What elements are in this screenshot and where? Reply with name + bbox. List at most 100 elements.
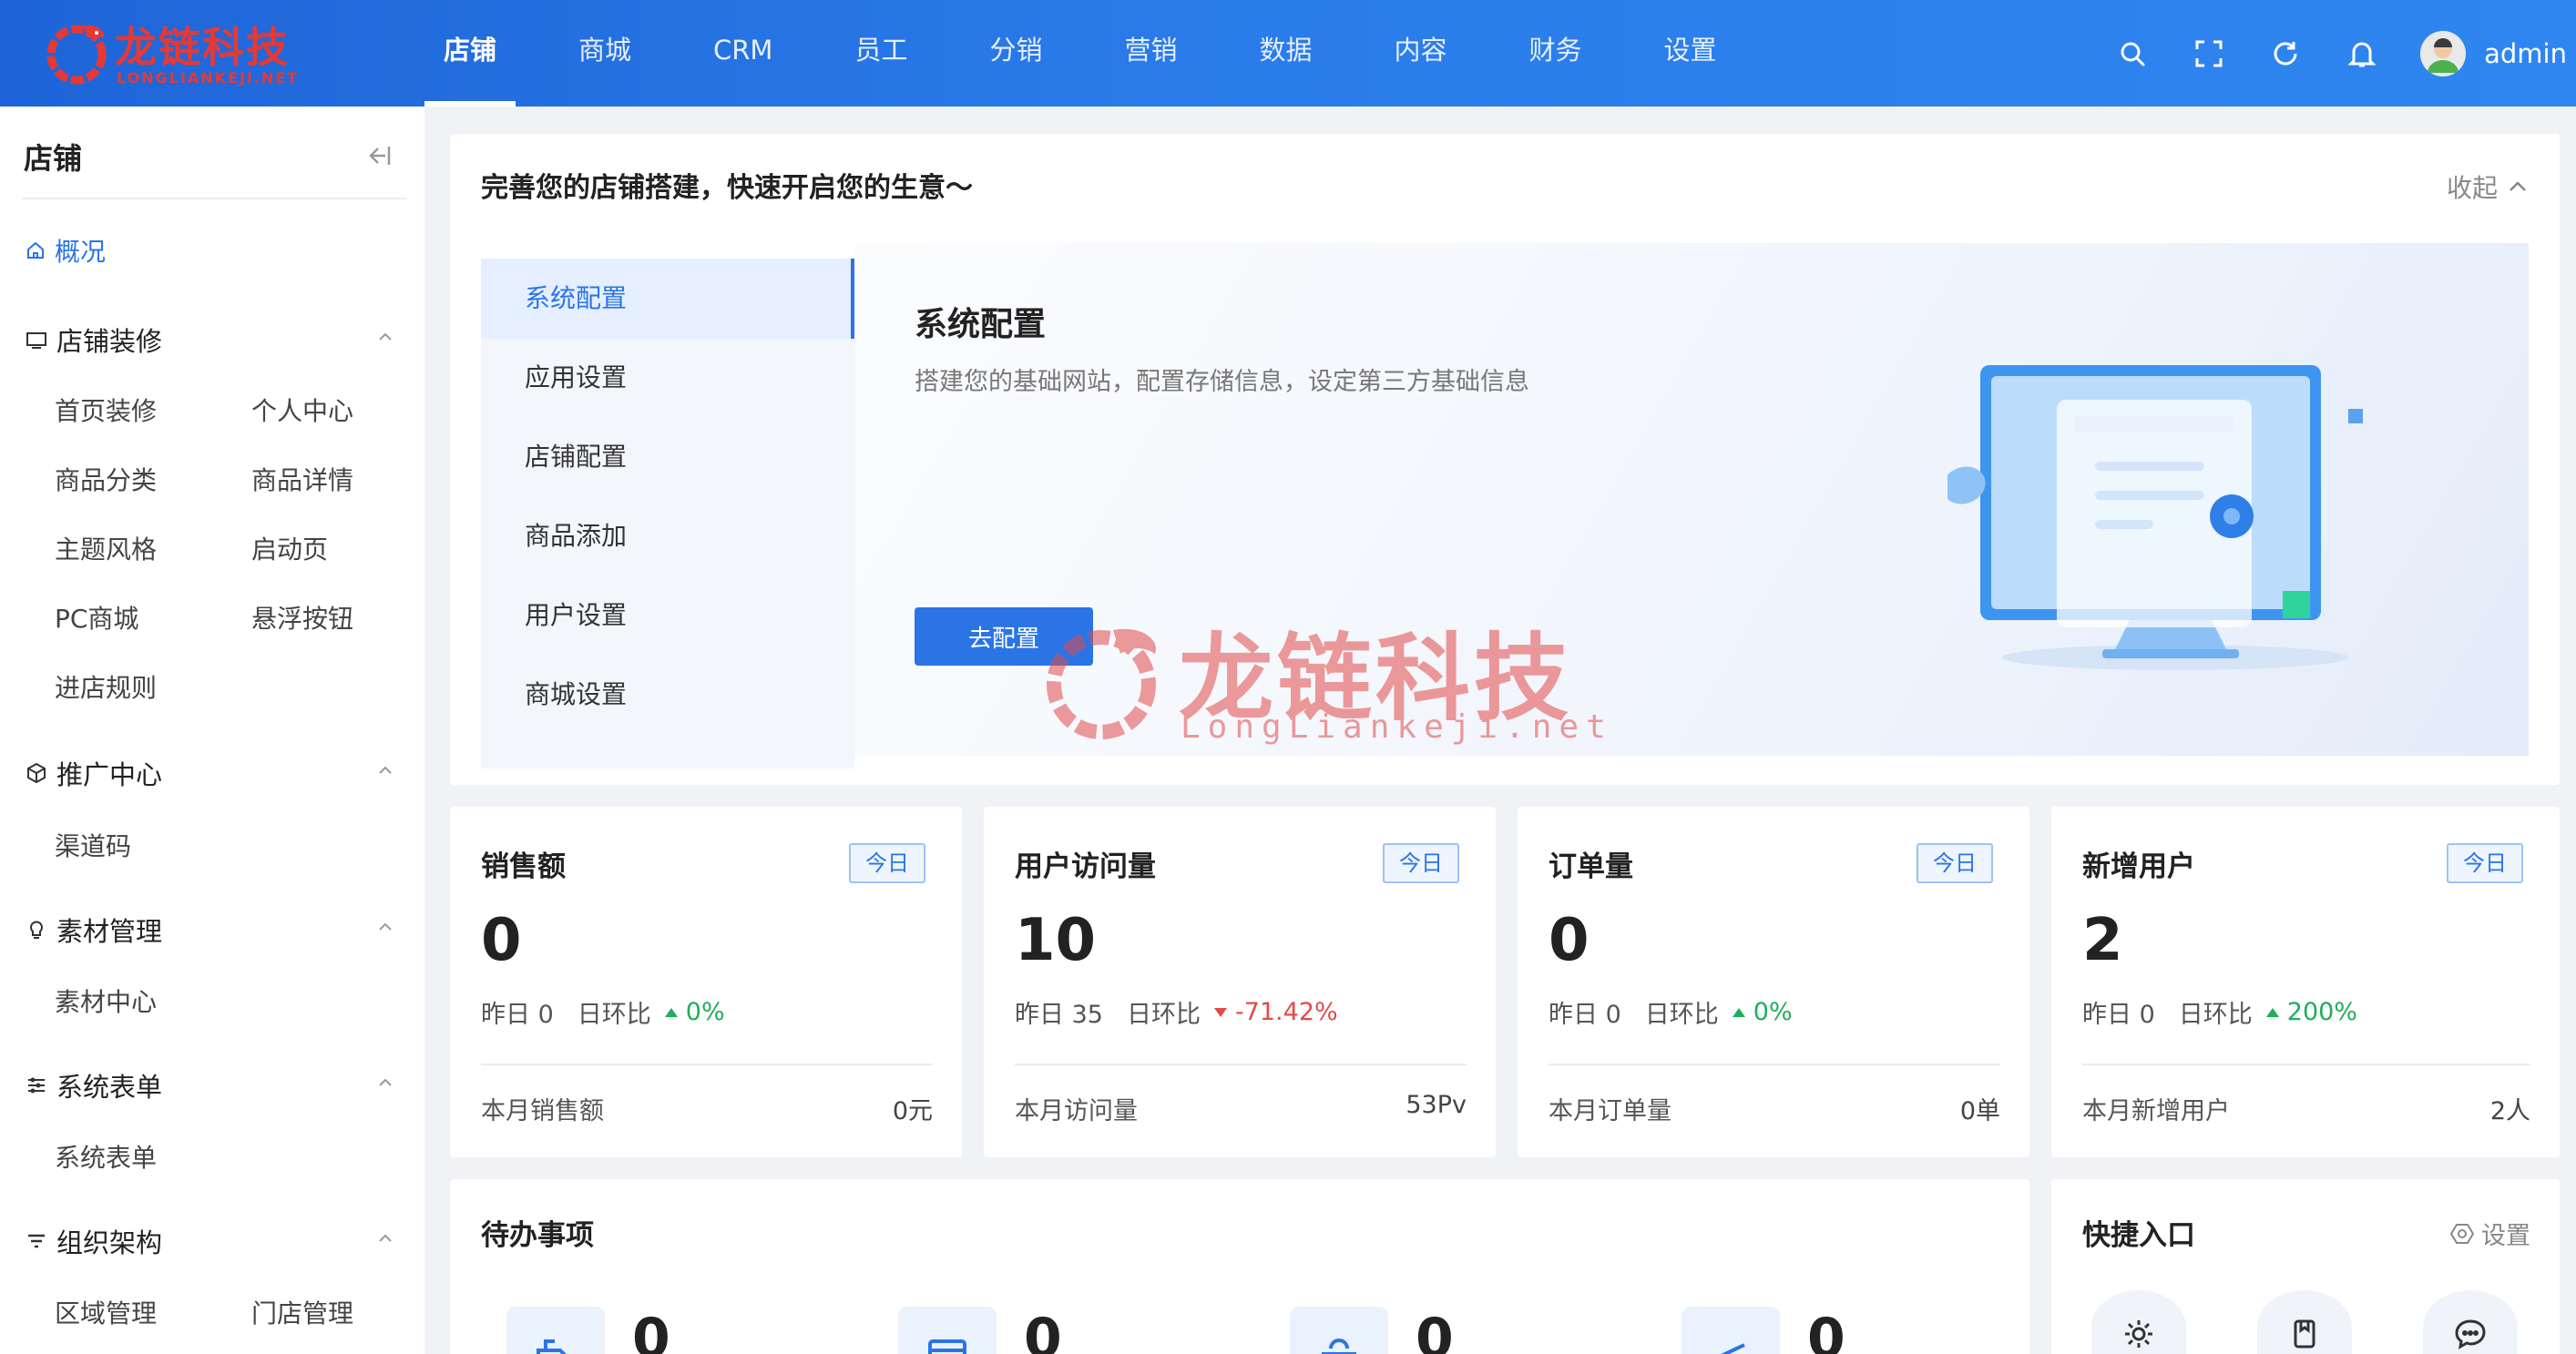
nav-content[interactable]: 内容 (1377, 0, 1465, 107)
sidebar-group-decoration[interactable]: 店铺装修 (26, 321, 403, 358)
sidebar-item-category[interactable]: 商品分类 (55, 461, 157, 497)
sidebar-item-overview[interactable]: 概况 (26, 232, 106, 269)
stat-ratio-label: 日环比 (1644, 1001, 1719, 1029)
chevron-up-icon (379, 766, 392, 774)
stat-divider (1015, 1064, 1467, 1065)
stat-trend: 0% (1732, 998, 1793, 1026)
nav-mall[interactable]: 商城 (561, 0, 649, 107)
stat-yesterday: 昨日 0 (2082, 1001, 2155, 1029)
nav-crm[interactable]: CRM (696, 0, 790, 107)
todo-count: 0 (632, 1307, 670, 1354)
guide-menu-store[interactable]: 店铺配置 (481, 417, 854, 497)
stat-month-label: 本月新增用户 (2082, 1097, 2230, 1125)
bookmark-icon[interactable] (2257, 1290, 2352, 1354)
chat-icon[interactable] (2423, 1290, 2518, 1354)
stat-divider (2082, 1064, 2530, 1065)
basket-icon (1290, 1307, 1388, 1354)
stat-ratio-label: 日环比 (1126, 1001, 1201, 1029)
stat-month-label: 本月访问量 (1015, 1097, 1138, 1125)
quick-settings-button[interactable]: 设置 (2450, 1216, 2530, 1251)
collapse-guide-button[interactable]: 收起 (2447, 168, 2529, 205)
delivery-icon (506, 1307, 605, 1354)
sidebar-item-splash[interactable]: 启动页 (251, 530, 328, 566)
nav-settings[interactable]: 设置 (1647, 0, 1734, 107)
refresh-icon[interactable] (2267, 36, 2304, 72)
sidebar-item-personal-center[interactable]: 个人中心 (251, 392, 353, 428)
fullscreen-icon[interactable] (2191, 36, 2227, 72)
stat-value: 0 (1549, 907, 1590, 974)
settings-hex-icon (2450, 1223, 2474, 1244)
guide-menu-system[interactable]: 系统配置 (481, 259, 854, 339)
top-navbar: 龙链科技 LONGLIANKEJI.NET 店铺 商城 CRM 员工 分销 营销… (0, 0, 2576, 107)
guide-menu-apps[interactable]: 应用设置 (481, 338, 854, 418)
sidebar-item-region[interactable]: 区域管理 (55, 1294, 157, 1330)
sidebar-group-label: 素材管理 (56, 916, 163, 947)
sidebar-group-material[interactable]: 素材管理 (26, 911, 403, 948)
sidebar-item-pc-mall[interactable]: PC商城 (55, 599, 138, 636)
stat-divider (481, 1064, 933, 1065)
todo-item[interactable]: 0 (898, 1307, 1062, 1354)
stat-title: 用户访问量 (1015, 850, 1156, 883)
todo-item[interactable]: 0 (1682, 1307, 1845, 1354)
sidebar-item-float-button[interactable]: 悬浮按钮 (251, 599, 353, 636)
bell-icon[interactable] (2344, 36, 2380, 72)
stack-icon (1682, 1307, 1780, 1354)
sidebar-item-channel-code[interactable]: 渠道码 (55, 827, 131, 863)
monitor-icon (26, 332, 46, 349)
stat-value: 2 (2082, 907, 2123, 974)
nav-distribution[interactable]: 分销 (972, 0, 1059, 107)
nav-staff[interactable]: 员工 (837, 0, 925, 107)
stat-month-value: 53Pv (1406, 1091, 1467, 1119)
guide-menu-products[interactable]: 商品添加 (481, 496, 854, 576)
sidebar-item-entry-rules[interactable]: 进店规则 (55, 668, 157, 705)
stat-trend-value: -71.42% (1234, 998, 1338, 1026)
brand-name: 龙链科技 (115, 23, 290, 72)
stat-month-label: 本月销售额 (481, 1097, 604, 1125)
stat-title: 订单量 (1549, 850, 1633, 883)
main-nav: 店铺 商城 CRM 员工 分销 营销 数据 内容 财务 设置 (424, 0, 1782, 107)
sidebar-group-promotion[interactable]: 推广中心 (26, 755, 403, 791)
collapse-sidebar-icon[interactable] (364, 143, 394, 168)
filter-icon (28, 1234, 45, 1248)
sidebar-item-product-detail[interactable]: 商品详情 (251, 461, 353, 497)
todo-count: 0 (1807, 1307, 1845, 1354)
nav-finance[interactable]: 财务 (1512, 0, 1600, 107)
chevron-up-icon (379, 1234, 392, 1242)
sidebar-item-store-management[interactable]: 门店管理 (251, 1294, 353, 1330)
todo-count: 0 (1024, 1307, 1062, 1354)
guide-menu-mall[interactable]: 商城设置 (481, 655, 854, 735)
nav-data[interactable]: 数据 (1242, 0, 1330, 107)
sidebar-item-home-decoration[interactable]: 首页装修 (55, 392, 157, 428)
chevron-up-icon (2510, 181, 2526, 191)
sidebar-divider (22, 198, 406, 199)
stat-compare: 昨日 0 日环比 0% (1549, 994, 1793, 1030)
dragon-logo-icon (46, 25, 107, 85)
stat-compare: 昨日 35 日环比 -71.42% (1015, 994, 1338, 1030)
stat-badge: 今日 (2447, 843, 2523, 883)
nav-marketing[interactable]: 营销 (1107, 0, 1194, 107)
todo-item[interactable]: 0 (1290, 1307, 1454, 1354)
go-configure-button[interactable]: 去配置 (915, 607, 1093, 666)
gear-icon[interactable] (2091, 1290, 2186, 1354)
todo-item[interactable]: 0 (506, 1307, 670, 1354)
sidebar-group-forms[interactable]: 系统表单 (26, 1067, 403, 1104)
sidebar-item-material-center[interactable]: 素材中心 (55, 982, 157, 1019)
quick-settings-label: 设置 (2481, 1222, 2530, 1250)
brand-logo[interactable]: 龙链科技 LONGLIANKEJI.NET (36, 13, 310, 93)
stat-month-value: 2人 (2489, 1097, 2530, 1125)
guide-menu-users[interactable]: 用户设置 (481, 575, 854, 656)
sidebar-group-organization[interactable]: 组织架构 (26, 1223, 403, 1259)
sidebar-item-theme[interactable]: 主题风格 (55, 530, 157, 566)
sidebar-item-system-form[interactable]: 系统表单 (55, 1138, 157, 1175)
stat-badge: 今日 (1383, 843, 1459, 883)
stat-month-value: 0单 (1959, 1097, 2000, 1125)
cube-icon (27, 762, 46, 784)
home-icon (27, 241, 44, 259)
nav-store[interactable]: 店铺 (424, 0, 516, 107)
user-menu[interactable]: admin (2420, 30, 2567, 76)
caret-up-icon (2265, 1007, 2279, 1017)
search-icon[interactable] (2114, 36, 2151, 72)
stat-yesterday: 昨日 35 (1015, 1001, 1103, 1029)
todo-count: 0 (1416, 1307, 1454, 1354)
stat-title: 销售额 (481, 850, 566, 883)
